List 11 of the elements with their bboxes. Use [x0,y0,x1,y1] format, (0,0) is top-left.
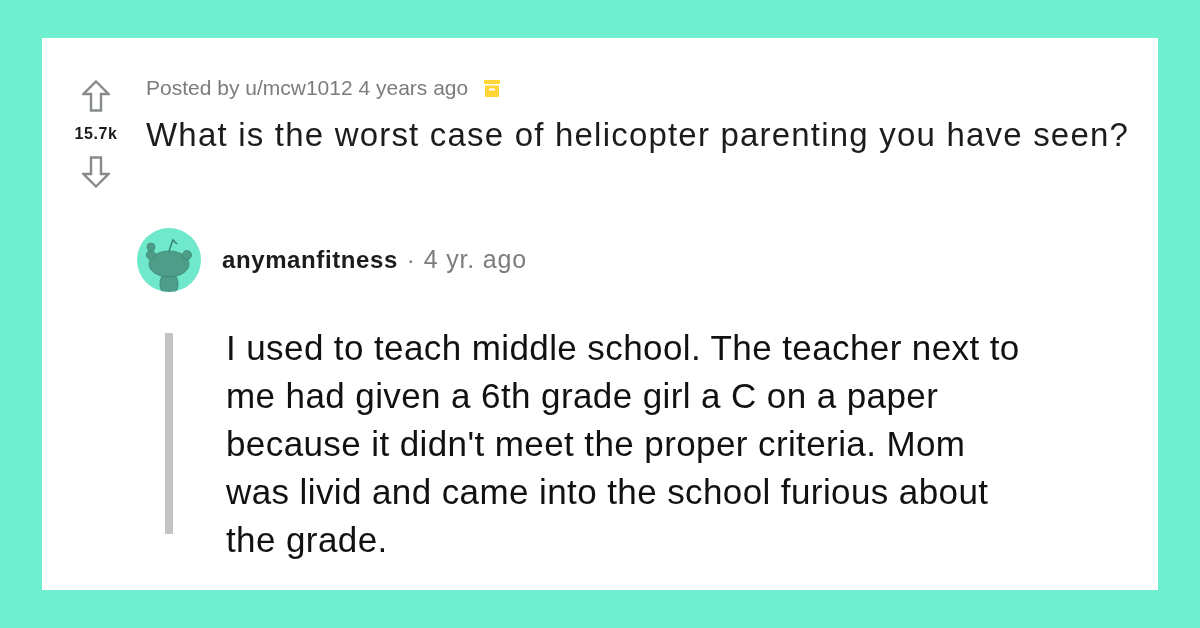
upvote-arrow-icon[interactable] [82,80,110,112]
post-title: What is the worst case of helicopter parenting you have seen? [146,116,1131,154]
post-byline: Posted by u/mcw1012 4 years ago [146,76,469,100]
separator-dot: · [406,245,415,275]
comment-text: I used to teach middle school. The teacher next to me had given a 6th grade girl a C on a paper because it didn't meet the proper criteria. Mom was livid and came into the school furious about the grade. [226,327,1021,561]
comment-time: 4 yr. ago [423,244,527,276]
vote-count: 15.7k [74,124,118,144]
downvote-arrow-icon[interactable] [82,156,110,188]
box-icon [484,79,501,97]
avatar-icon [137,228,201,292]
comment-author[interactable]: anymanfitness [222,242,398,278]
